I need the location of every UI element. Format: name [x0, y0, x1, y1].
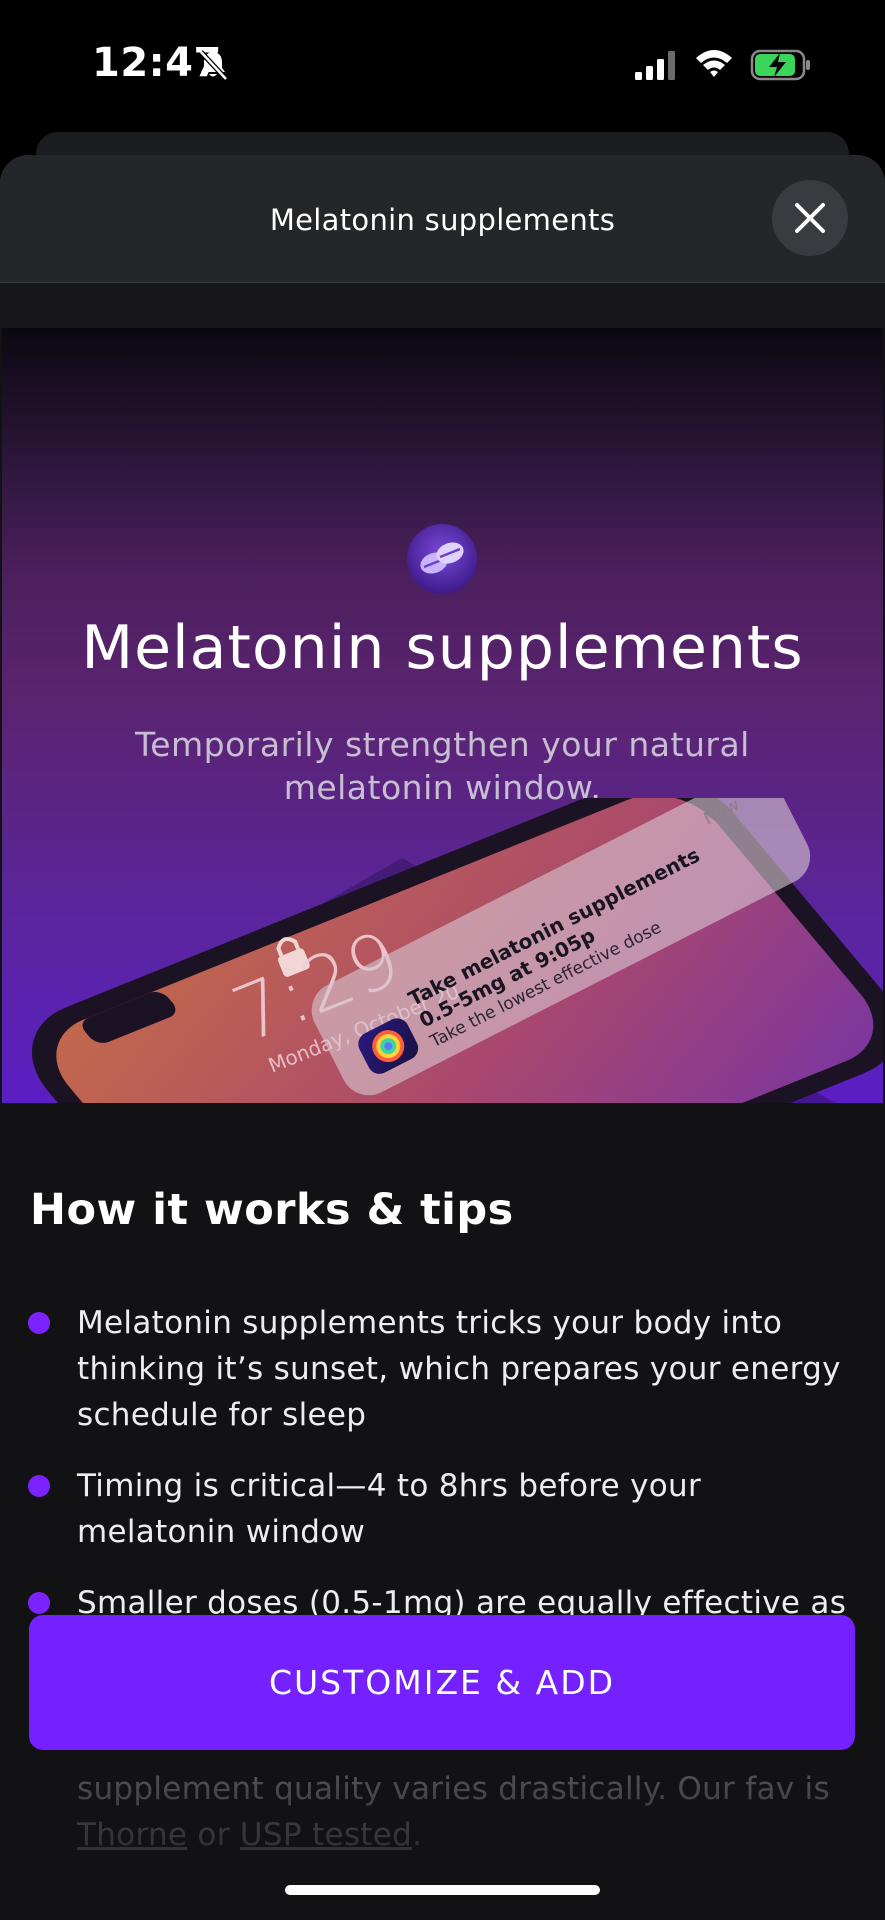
list-item: supplement quality varies drastically. O…: [28, 1766, 848, 1858]
tip-text: Timing is critical—4 to 8hrs before your…: [77, 1468, 702, 1550]
bullet-icon: [28, 1312, 50, 1334]
close-icon: [795, 203, 825, 233]
bullet-icon: [28, 1592, 50, 1614]
thorne-link[interactable]: Thorne: [77, 1817, 187, 1853]
pill-icon: [407, 524, 477, 594]
sheet-title: Melatonin supplements: [269, 203, 616, 237]
usp-tested-link[interactable]: USP tested: [240, 1817, 412, 1853]
tip-text: Melatonin supplements tricks your body i…: [77, 1305, 841, 1433]
signal-icon: [635, 51, 675, 80]
battery-charging-icon: [750, 49, 810, 81]
home-indicator[interactable]: [285, 1885, 600, 1895]
tip-text: supplement quality varies drastically. O…: [77, 1771, 830, 1807]
list-item: Timing is critical—4 to 8hrs before your…: [28, 1463, 848, 1555]
phone-illustration: 7:29 Monday, October 20 Take melatonin s…: [31, 798, 883, 1103]
hero-subtitle: Temporarily strengthen your natural mela…: [135, 725, 750, 807]
wifi-icon: [696, 50, 732, 77]
hero-banner: Melatonin supplements Temporarily streng…: [2, 328, 883, 1103]
customize-add-button[interactable]: CUSTOMIZE & ADD: [29, 1615, 855, 1750]
hero-title: Melatonin supplements: [81, 613, 804, 683]
list-item: Melatonin supplements tricks your body i…: [28, 1300, 848, 1438]
sheet-header: Melatonin supplements: [0, 155, 885, 283]
divider-band: [0, 283, 885, 328]
tip-text: or: [187, 1817, 240, 1853]
tip-text: .: [412, 1817, 423, 1853]
bell-slash-icon: [199, 50, 228, 81]
close-button[interactable]: [772, 180, 848, 256]
tips-list: Melatonin supplements tricks your body i…: [28, 1300, 848, 1883]
section-heading: How it works & tips: [30, 1185, 514, 1235]
status-bar: 12:47: [0, 0, 885, 130]
bullet-icon: [28, 1475, 50, 1497]
